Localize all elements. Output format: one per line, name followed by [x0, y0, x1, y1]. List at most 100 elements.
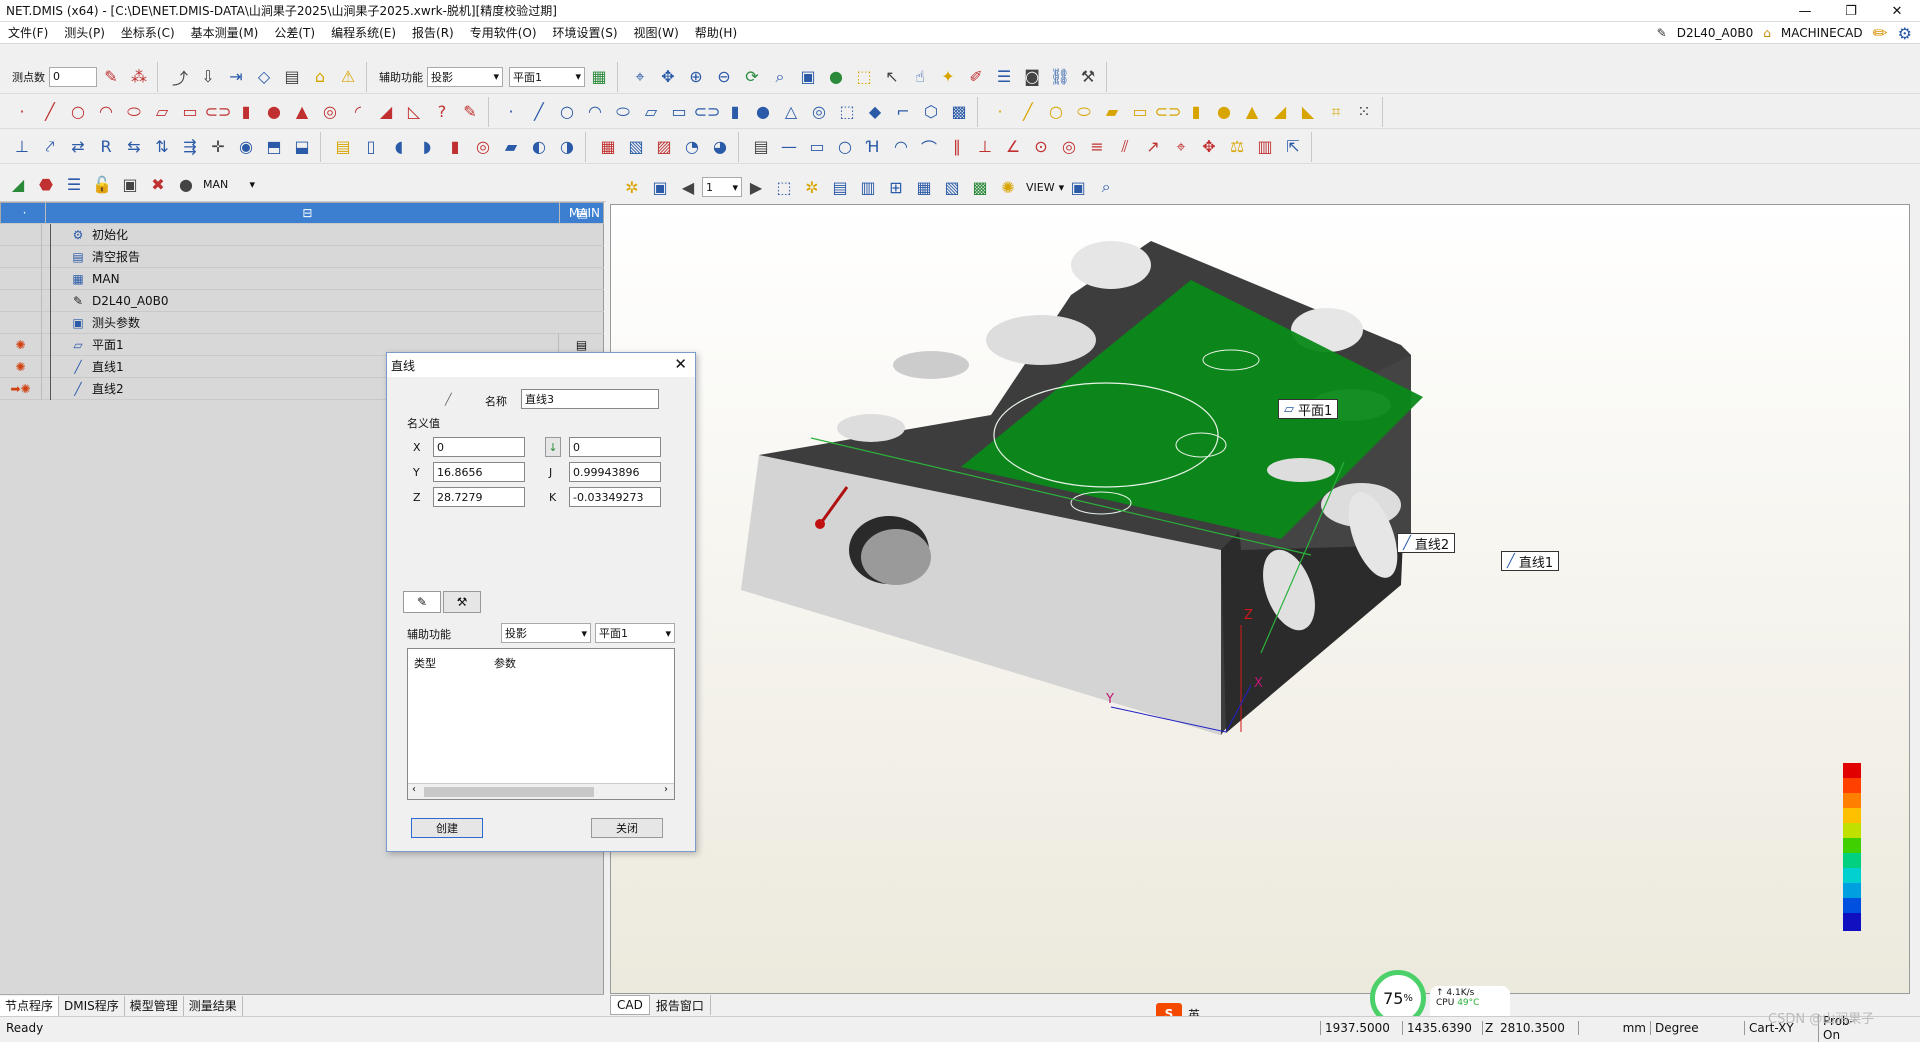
unknown-icon[interactable]: ?	[430, 100, 454, 124]
bulb-icon[interactable]: ➡✺	[0, 377, 42, 400]
chart-icon[interactable]: ▥	[1253, 135, 1277, 159]
probe-path-icon[interactable]: ⤴	[168, 65, 192, 89]
construct-ellipse-icon[interactable]: ⬭	[611, 100, 635, 124]
y-input[interactable]: 16.8656	[433, 462, 525, 482]
mode-icon[interactable]: ●	[174, 173, 198, 197]
bulb-icon[interactable]: ✺	[0, 355, 42, 378]
k-input[interactable]: -0.03349273	[569, 487, 661, 507]
arc-icon[interactable]: ◠	[94, 100, 118, 124]
light-icon[interactable]: ✺	[996, 175, 1020, 199]
menu-coord[interactable]: 坐标系(C)	[113, 24, 183, 41]
construct-slot-icon[interactable]: ▱	[639, 100, 663, 124]
circle-icon[interactable]: ○	[66, 100, 90, 124]
align-3-icon[interactable]: ⇆	[122, 135, 146, 159]
status-unit[interactable]: mm	[1578, 1020, 1650, 1035]
ellipse-icon[interactable]: ⬭	[122, 100, 146, 124]
restore-icon[interactable]: ❐	[1828, 0, 1874, 22]
construct-cloud-icon[interactable]: ⬡	[919, 100, 943, 124]
menu-probe[interactable]: 测头(P)	[56, 24, 113, 41]
tab-probe-icon[interactable]: ✎	[403, 591, 441, 613]
save-icon[interactable]: ▣	[648, 175, 672, 199]
view-label[interactable]: VIEW	[1026, 181, 1055, 194]
rectangle-icon[interactable]: ▭	[178, 100, 202, 124]
cad-viewport[interactable]: Z Y X Z Y X ▱平面1 ╱直线2 ╱直线1	[610, 204, 1910, 994]
tol-red-icon[interactable]: ▮	[443, 135, 467, 159]
config-icon[interactable]: ⚙	[1898, 24, 1912, 43]
menu-measure[interactable]: 基本测量(M)	[183, 24, 267, 41]
tol-surf-icon[interactable]: ◖	[387, 135, 411, 159]
cone-icon[interactable]: ▲	[290, 100, 314, 124]
active-align-2-icon[interactable]: ⬓	[290, 135, 314, 159]
aux-select[interactable]: 投影 ▾	[427, 66, 503, 87]
surface-icon[interactable]: ◜	[346, 100, 370, 124]
cad-rect-icon[interactable]: ▭	[1128, 100, 1152, 124]
align-init-icon[interactable]: ⊥	[10, 135, 34, 159]
save-view-icon[interactable]: ▣	[1066, 175, 1090, 199]
status-angle[interactable]: Degree	[1650, 1020, 1744, 1035]
report-5-icon[interactable]: ◕	[708, 135, 732, 159]
layer-icon[interactable]: ▦	[587, 65, 611, 89]
tab-dmis-program[interactable]: DMIS程序	[59, 995, 125, 1016]
export-icon[interactable]: ⇱	[1281, 135, 1305, 159]
construct-point-icon[interactable]: ·	[499, 100, 523, 124]
menu-report[interactable]: 报告(R)	[404, 24, 462, 41]
symmetry-icon[interactable]: ≡	[1085, 135, 1109, 159]
tag-plane1[interactable]: ▱ 平面1	[1278, 399, 1339, 419]
report-3-icon[interactable]: ▨	[652, 135, 676, 159]
tab-node-program[interactable]: 节点程序	[0, 995, 60, 1016]
tol-icon[interactable]: ▤	[331, 135, 355, 159]
sphere-view-icon[interactable]: ●	[824, 65, 848, 89]
menu-program[interactable]: 编程系统(E)	[323, 24, 404, 41]
display-icon[interactable]: ▤	[828, 175, 852, 199]
machine-icon[interactable]: ⌂	[1763, 26, 1771, 40]
machine-name[interactable]: MACHINECAD	[1781, 26, 1863, 40]
search-icon[interactable]: ⌕	[768, 65, 792, 89]
cad-cyl-icon[interactable]: ▮	[1184, 100, 1208, 124]
angle-icon[interactable]: ◺	[402, 100, 426, 124]
zoom-in-icon[interactable]: ⊕	[684, 65, 708, 89]
cad-line-icon[interactable]: ╱	[1016, 100, 1040, 124]
page-select[interactable]: 1 ▾	[702, 177, 742, 197]
angularity-icon[interactable]: ∠	[1001, 135, 1025, 159]
dialog-plane-select[interactable]: 平面1 ▾	[595, 623, 675, 643]
translate-icon[interactable]: ✥	[656, 65, 680, 89]
tol-d-icon[interactable]: ◑	[555, 135, 579, 159]
pointer-icon[interactable]: ↖	[880, 65, 904, 89]
construct-cyl-icon[interactable]: ▮	[723, 100, 747, 124]
point-icon[interactable]: ·	[10, 100, 34, 124]
close-icon[interactable]: ✕	[674, 355, 687, 373]
points-input[interactable]: 0	[49, 66, 97, 87]
menu-view[interactable]: 视图(W)	[626, 24, 687, 41]
display-2-icon[interactable]: ▥	[856, 175, 880, 199]
tol-cyl-icon[interactable]: ▯	[359, 135, 383, 159]
align-rps-icon[interactable]: R	[94, 135, 118, 159]
tol-ring-icon[interactable]: ◎	[471, 135, 495, 159]
calc-icon[interactable]: ⚖	[1225, 135, 1249, 159]
report-icon[interactable]: ▦	[596, 135, 620, 159]
tag-line2[interactable]: ╱ 直线2	[1397, 533, 1456, 553]
lock-icon[interactable]: 🔓	[90, 173, 114, 197]
construct-chart-icon[interactable]: ▩	[947, 100, 971, 124]
xyz-icon[interactable]: ▤	[280, 65, 304, 89]
expand-icon[interactable]: ⊟	[302, 206, 312, 220]
torus-icon[interactable]: ◎	[318, 100, 342, 124]
slot-icon[interactable]: ▱	[150, 100, 174, 124]
pin-icon[interactable]: ✖	[146, 173, 170, 197]
tree-item-man[interactable]: ▦ MAN	[0, 267, 604, 290]
edit-icon[interactable]: ✐	[964, 65, 988, 89]
profile-icon[interactable]: ✥	[1197, 135, 1221, 159]
program-list-icon[interactable]: ☰	[62, 173, 86, 197]
chevron-down-icon[interactable]: ▾	[1059, 181, 1065, 194]
plane-select-icon[interactable]: ◇	[252, 65, 276, 89]
path-icon[interactable]: ✎	[458, 100, 482, 124]
move-probe-icon[interactable]: ⇩	[196, 65, 220, 89]
tree-item-probe[interactable]: ✎ D2L40_A0B0	[0, 289, 604, 312]
goto-icon[interactable]: ⇥	[224, 65, 248, 89]
scroll-right-icon[interactable]: ›	[664, 784, 668, 795]
view-set-icon[interactable]: ✲	[800, 175, 824, 199]
green-view-icon[interactable]: ▩	[968, 175, 992, 199]
cad-surface-icon[interactable]: ◢	[1268, 100, 1292, 124]
link-icon[interactable]: ⛓	[1048, 65, 1072, 89]
cad-curve-icon[interactable]: ◣	[1296, 100, 1320, 124]
tab-cad[interactable]: CAD	[610, 995, 650, 1015]
